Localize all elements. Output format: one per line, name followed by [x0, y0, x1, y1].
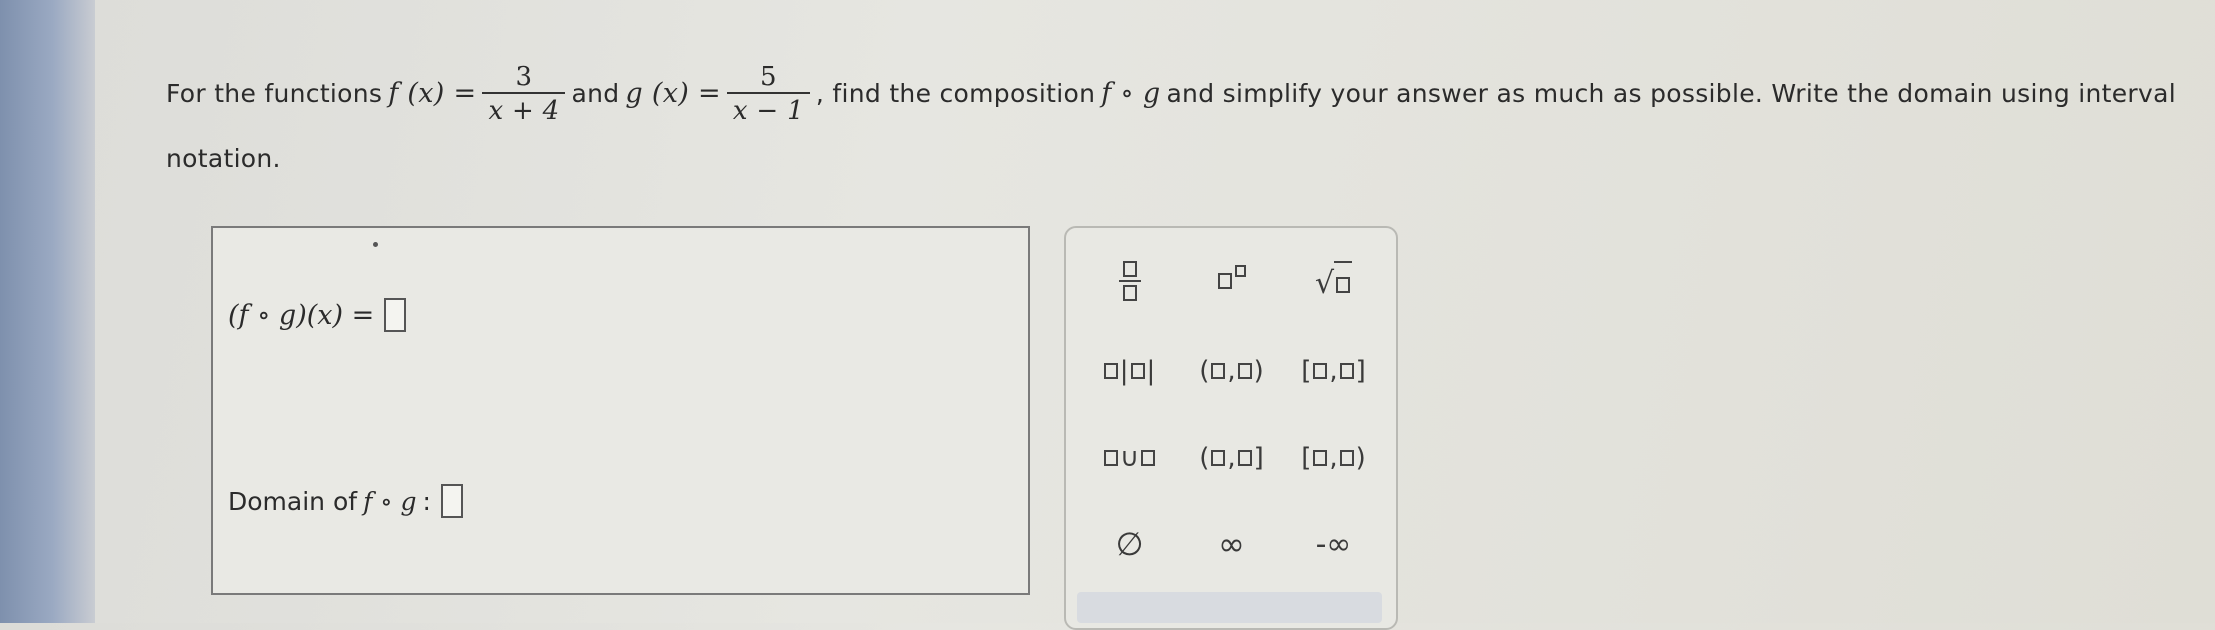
infinity-icon: ∞ — [1218, 525, 1245, 563]
mixed-number-button[interactable]: | | — [1082, 346, 1177, 396]
exponent-button[interactable] — [1184, 256, 1279, 306]
empty-set-icon: ∅ — [1115, 525, 1144, 563]
square-root-icon: √ — [1315, 261, 1353, 301]
open-closed-interval-icon: (,] — [1199, 443, 1264, 473]
mixed-number-icon: | | — [1103, 356, 1155, 386]
composition-answer-row: (f ∘ g)(x) = — [228, 298, 407, 332]
union-icon: ∪ — [1103, 443, 1156, 473]
problem-instructions: and simplify your answer as much as poss… — [1166, 79, 2176, 108]
g-numerator: 5 — [759, 62, 777, 92]
fraction-icon — [1118, 261, 1141, 301]
composition-symbol: f ∘ g — [1101, 78, 1161, 109]
square-root-button[interactable]: √ — [1286, 256, 1381, 306]
union-button[interactable]: ∪ — [1082, 433, 1177, 483]
exponent-icon — [1217, 265, 1246, 289]
f-definition-label: f (x) = — [388, 78, 477, 109]
domain-answer-input[interactable] — [440, 484, 463, 518]
domain-label: Domain of — [228, 486, 358, 516]
closed-open-interval-button[interactable]: [,) — [1286, 433, 1381, 483]
problem-line-1: For the functions f (x) = 3 x + 4 and g … — [166, 62, 2176, 126]
f-numerator: 3 — [515, 62, 533, 92]
g-denominator: x − 1 — [726, 92, 810, 126]
domain-function: f ∘ g — [363, 486, 417, 516]
left-sidebar-edge — [0, 0, 95, 623]
cursor-dot — [373, 242, 378, 247]
open-interval-icon: (,) — [1199, 356, 1264, 386]
domain-colon: : — [422, 486, 431, 516]
open-closed-interval-button[interactable]: (,] — [1184, 433, 1279, 483]
f-denominator: x + 4 — [482, 92, 566, 126]
negative-infinity-button[interactable]: -∞ — [1286, 519, 1381, 569]
closed-open-interval-icon: [,) — [1301, 443, 1366, 473]
and-text: and — [571, 79, 620, 108]
palette-footer — [1077, 592, 1382, 623]
composition-phrase: , find the composition — [815, 79, 1096, 108]
math-palette: √ | | (,) [,] ∪ (,] [,) ∅ ∞ -∞ — [1064, 226, 1398, 630]
infinity-button[interactable]: ∞ — [1184, 519, 1279, 569]
fraction-button[interactable] — [1082, 256, 1177, 306]
answer-box: (f ∘ g)(x) = Domain of f ∘ g : — [211, 226, 1030, 595]
problem-statement: For the functions f (x) = 3 x + 4 and g … — [166, 62, 2176, 178]
g-fraction: 5 x − 1 — [726, 62, 810, 126]
composition-answer-input[interactable] — [384, 298, 407, 332]
problem-intro: For the functions — [166, 79, 383, 108]
composition-label: (f ∘ g)(x) = — [228, 299, 375, 331]
closed-interval-icon: [,] — [1301, 356, 1366, 386]
closed-interval-button[interactable]: [,] — [1286, 346, 1381, 396]
empty-set-button[interactable]: ∅ — [1082, 519, 1177, 569]
g-definition-label: g (x) = — [625, 78, 721, 109]
negative-infinity-icon: -∞ — [1315, 526, 1352, 562]
open-interval-button[interactable]: (,) — [1184, 346, 1279, 396]
problem-line-2: notation. — [166, 144, 281, 173]
f-fraction: 3 x + 4 — [482, 62, 566, 126]
domain-answer-row: Domain of f ∘ g : — [228, 484, 463, 518]
